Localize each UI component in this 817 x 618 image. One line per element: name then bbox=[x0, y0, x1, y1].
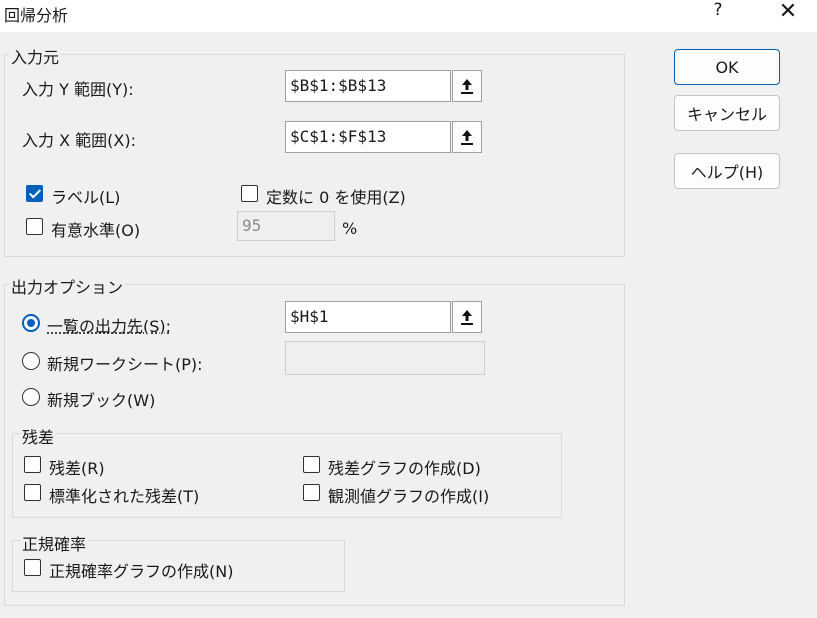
output-range-field[interactable]: $H$1 bbox=[285, 301, 451, 333]
help-icon[interactable]: ? bbox=[704, 0, 732, 26]
labels-checkbox-label[interactable]: ラベル(L) bbox=[51, 184, 120, 208]
residual-plots-label[interactable]: 残差グラフの作成(D) bbox=[328, 455, 481, 479]
percent-sign: % bbox=[342, 219, 358, 238]
confidence-level-label[interactable]: 有意水準(O) bbox=[51, 217, 140, 241]
input-y-range-value: $B$1:$B$13 bbox=[290, 76, 387, 95]
input-x-range-ref-button[interactable] bbox=[452, 121, 482, 153]
new-workbook-radio[interactable] bbox=[22, 388, 40, 406]
collapse-dialog-icon bbox=[461, 130, 473, 145]
new-worksheet-radio[interactable] bbox=[22, 352, 40, 370]
residuals-checkbox[interactable] bbox=[24, 456, 41, 473]
normal-probability-group-label: 正規確率 bbox=[20, 531, 89, 555]
line-fit-plots-label[interactable]: 観測値グラフの作成(I) bbox=[328, 483, 489, 507]
normal-probability-plots-checkbox[interactable] bbox=[24, 559, 41, 576]
standardized-residuals-checkbox[interactable] bbox=[24, 484, 41, 501]
output-group-label: 出力オプション bbox=[9, 274, 126, 298]
input-x-range-value: $C$1:$F$13 bbox=[290, 127, 387, 146]
standardized-residuals-label[interactable]: 標準化された残差(T) bbox=[49, 483, 199, 507]
new-worksheet-label[interactable]: 新規ワークシート(P): bbox=[47, 351, 203, 375]
output-range-label[interactable]: 一覧の出力先(S): bbox=[47, 313, 171, 337]
collapse-dialog-icon bbox=[461, 310, 473, 325]
close-icon[interactable]: ✕ bbox=[770, 0, 806, 26]
cancel-button[interactable]: キャンセル bbox=[674, 95, 780, 131]
new-worksheet-field bbox=[285, 341, 485, 375]
collapse-dialog-icon bbox=[461, 79, 473, 94]
labels-checkbox[interactable] bbox=[26, 185, 43, 202]
confidence-level-checkbox[interactable] bbox=[26, 218, 43, 235]
help-button[interactable]: ヘルプ(H) bbox=[674, 153, 780, 189]
window-title: 回帰分析 bbox=[4, 6, 69, 25]
title-bar: 回帰分析 ? ✕ bbox=[0, 0, 817, 32]
constant-zero-label[interactable]: 定数に 0 を使用(Z) bbox=[266, 184, 406, 208]
output-range-ref-button[interactable] bbox=[452, 301, 482, 333]
constant-zero-checkbox[interactable] bbox=[241, 185, 258, 202]
input-x-label: 入力 X 範囲(X): bbox=[22, 131, 136, 150]
output-range-radio[interactable] bbox=[22, 314, 40, 332]
normal-probability-plots-label[interactable]: 正規確率グラフの作成(N) bbox=[49, 558, 233, 582]
line-fit-plots-checkbox[interactable] bbox=[303, 484, 320, 501]
ok-button[interactable]: OK bbox=[674, 49, 780, 85]
new-workbook-label[interactable]: 新規ブック(W) bbox=[47, 387, 155, 411]
output-range-value: $H$1 bbox=[290, 307, 329, 326]
residuals-label[interactable]: 残差(R) bbox=[49, 455, 105, 479]
confidence-level-value: 95 bbox=[242, 216, 262, 235]
input-x-range-field[interactable]: $C$1:$F$13 bbox=[285, 121, 451, 153]
residuals-group-label: 残差 bbox=[20, 424, 57, 448]
input-group-label: 入力元 bbox=[9, 44, 62, 68]
input-y-label: 入力 Y 範囲(Y): bbox=[22, 80, 134, 99]
residual-plots-checkbox[interactable] bbox=[303, 456, 320, 473]
input-y-range-field[interactable]: $B$1:$B$13 bbox=[285, 70, 451, 102]
input-y-range-ref-button[interactable] bbox=[452, 70, 482, 102]
confidence-level-field: 95 bbox=[237, 211, 335, 241]
